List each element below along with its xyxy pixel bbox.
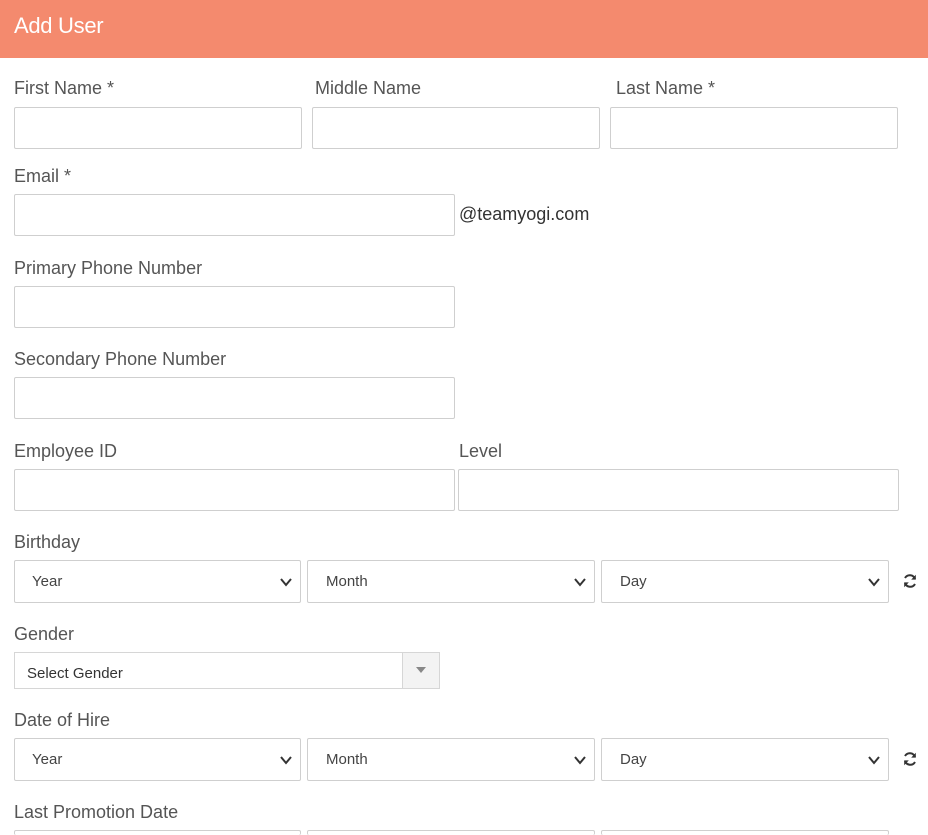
birthday-day-select[interactable]: Day <box>601 560 889 603</box>
hire-day-select[interactable]: Day <box>601 738 889 781</box>
gender-label: Gender <box>14 624 75 644</box>
hire-year-value: Year <box>32 751 63 768</box>
email-label: Email * <box>14 166 72 186</box>
secondary-phone-input[interactable] <box>14 377 455 419</box>
chevron-down-icon <box>868 756 880 765</box>
birthday-year-value: Year <box>32 573 63 590</box>
middle-name-input[interactable] <box>312 107 600 149</box>
email-input[interactable] <box>14 194 455 236</box>
gender-select[interactable]: Select Gender <box>14 652 440 689</box>
level-input[interactable] <box>458 469 899 511</box>
last-name-input[interactable] <box>610 107 898 149</box>
birthday-day-value: Day <box>620 573 647 590</box>
last-promotion-label: Last Promotion Date <box>14 802 179 822</box>
primary-phone-label: Primary Phone Number <box>14 258 203 278</box>
caret-down-icon <box>416 667 426 673</box>
gender-dropdown-toggle[interactable] <box>402 653 439 688</box>
hire-month-select[interactable]: Month <box>307 738 595 781</box>
employee-id-input[interactable] <box>14 469 455 511</box>
chevron-down-icon <box>280 756 292 765</box>
form-header: Add User <box>0 0 928 58</box>
promotion-day-select[interactable] <box>601 830 889 835</box>
page-title: Add User <box>14 13 104 38</box>
date-of-hire-label: Date of Hire <box>14 710 111 730</box>
birthday-label: Birthday <box>14 532 81 552</box>
chevron-down-icon <box>280 578 292 587</box>
birthday-year-select[interactable]: Year <box>14 560 301 603</box>
primary-phone-input[interactable] <box>14 286 455 328</box>
first-name-label: First Name * <box>14 78 115 98</box>
refresh-icon[interactable] <box>902 751 918 767</box>
first-name-input[interactable] <box>14 107 302 149</box>
middle-name-label: Middle Name <box>315 78 422 98</box>
promotion-year-select[interactable] <box>14 830 301 835</box>
gender-value: Select Gender <box>27 665 123 682</box>
birthday-month-value: Month <box>326 573 368 590</box>
hire-month-value: Month <box>326 751 368 768</box>
chevron-down-icon <box>574 756 586 765</box>
promotion-month-select[interactable] <box>307 830 595 835</box>
level-label: Level <box>459 441 503 461</box>
chevron-down-icon <box>574 578 586 587</box>
hire-year-select[interactable]: Year <box>14 738 301 781</box>
last-name-label: Last Name * <box>616 78 716 98</box>
refresh-icon[interactable] <box>902 573 918 589</box>
hire-day-value: Day <box>620 751 647 768</box>
email-domain-suffix: @teamyogi.com <box>459 204 590 224</box>
secondary-phone-label: Secondary Phone Number <box>14 349 227 369</box>
employee-id-label: Employee ID <box>14 441 118 461</box>
birthday-month-select[interactable]: Month <box>307 560 595 603</box>
chevron-down-icon <box>868 578 880 587</box>
